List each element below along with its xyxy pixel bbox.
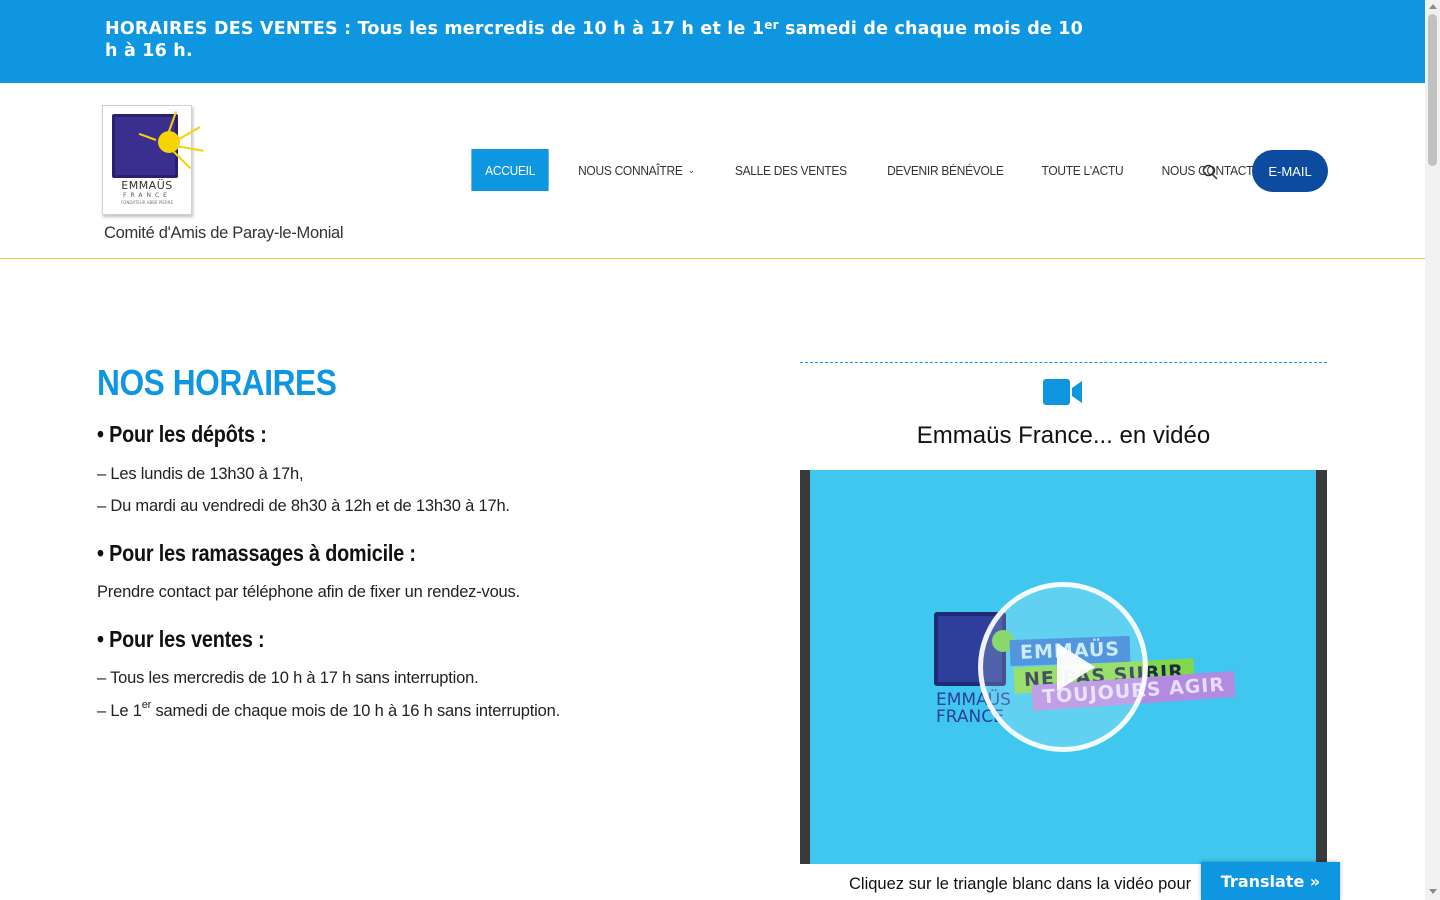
logo-word: EMMAÜS [121, 179, 173, 192]
scroll-thumb[interactable] [1428, 14, 1437, 166]
sales-line-1: – Tous les mercredis de 10 h à 17 h sans… [97, 669, 479, 687]
video-camera-icon [1043, 379, 1082, 405]
sales-line-2-sup: er [141, 699, 152, 711]
play-icon [1057, 643, 1095, 691]
search-icon[interactable] [1202, 164, 1218, 180]
sales-heading: • Pour les ventes : [97, 626, 265, 652]
scroll-up-arrow-icon[interactable] [1429, 4, 1437, 9]
deposits-line-2: – Du mardi au vendredi de 8h30 à 12h et … [97, 497, 510, 515]
nav-item-accueil[interactable]: ACCUEIL [471, 149, 549, 191]
hours-title: NOS HORAIRES [97, 362, 337, 403]
chevron-down-icon: ⌄ [688, 164, 695, 175]
logo-frame: EMMAÜS FRANCE FONDATEUR ABBÉ PIERRE [102, 105, 192, 215]
top-announcement-bar: HORAIRES DES VENTES : Tous les mercredis… [0, 0, 1425, 83]
nav-item-devenir-benevole[interactable]: DEVENIR BÉNÉVOLE [873, 149, 1017, 191]
announcement-text-sup: er [764, 18, 779, 32]
site-tagline: Comité d'Amis de Paray-le-Monial [104, 224, 344, 242]
video-caption: Cliquez sur le triangle blanc dans la vi… [849, 875, 1192, 893]
announcement-text-main: HORAIRES DES VENTES : Tous les mercredis… [105, 19, 765, 39]
nav-item-label: NOUS CONNAÎTRE [578, 162, 683, 178]
sales-line-2-suffix: samedi de chaque mois de 10 h à 16 h san… [151, 702, 560, 720]
nav-item-nous-connaitre[interactable]: NOUS CONNAÎTRE ⌄ [565, 149, 709, 191]
site-header: EMMAÜS FRANCE FONDATEUR ABBÉ PIERRE Comi… [0, 83, 1425, 259]
deposits-heading: • Pour les dépôts : [97, 421, 267, 447]
pickups-line-1: Prendre contact par téléphone afin de fi… [97, 583, 520, 601]
video-section-divider [800, 362, 1327, 363]
video-player[interactable]: EMMAÜS FRANCE EMMAÜS NE PAS SUBIR TOUJOUR… [800, 470, 1327, 864]
deposits-line-1: – Les lundis de 13h30 à 17h, [97, 465, 304, 483]
page-scrollbar[interactable] [1425, 0, 1440, 900]
site-logo[interactable]: EMMAÜS FRANCE FONDATEUR ABBÉ PIERRE [102, 105, 206, 215]
email-button[interactable]: E-MAIL [1252, 150, 1328, 192]
announcement-text: HORAIRES DES VENTES : Tous les mercredis… [105, 18, 1095, 62]
logo-founder: FONDATEUR ABBÉ PIERRE [120, 200, 174, 205]
translate-button[interactable]: Translate » [1201, 862, 1340, 900]
video-thumbnail: EMMAÜS FRANCE EMMAÜS NE PAS SUBIR TOUJOUR… [810, 470, 1316, 864]
pickups-heading: • Pour les ramassages à domicile : [97, 540, 416, 566]
logo-sun-icon [158, 131, 180, 153]
play-button[interactable] [978, 582, 1148, 752]
video-title: Emmaüs France... en vidéo [916, 422, 1211, 449]
nav-item-salle-des-ventes[interactable]: SALLE DES VENTES [721, 149, 861, 191]
sales-line-2-prefix: – Le 1 [97, 702, 142, 720]
main-nav: ACCUEIL NOUS CONNAÎTRE ⌄ SALLE DES VENTES… [468, 149, 1289, 191]
sales-line-2: – Le 1er samedi de chaque mois de 10 h à… [97, 699, 560, 721]
scroll-down-arrow-icon[interactable] [1429, 889, 1437, 894]
logo-country: FRANCE [123, 192, 171, 199]
nav-item-toute-actu[interactable]: TOUTE L'ACTU [1028, 149, 1137, 191]
